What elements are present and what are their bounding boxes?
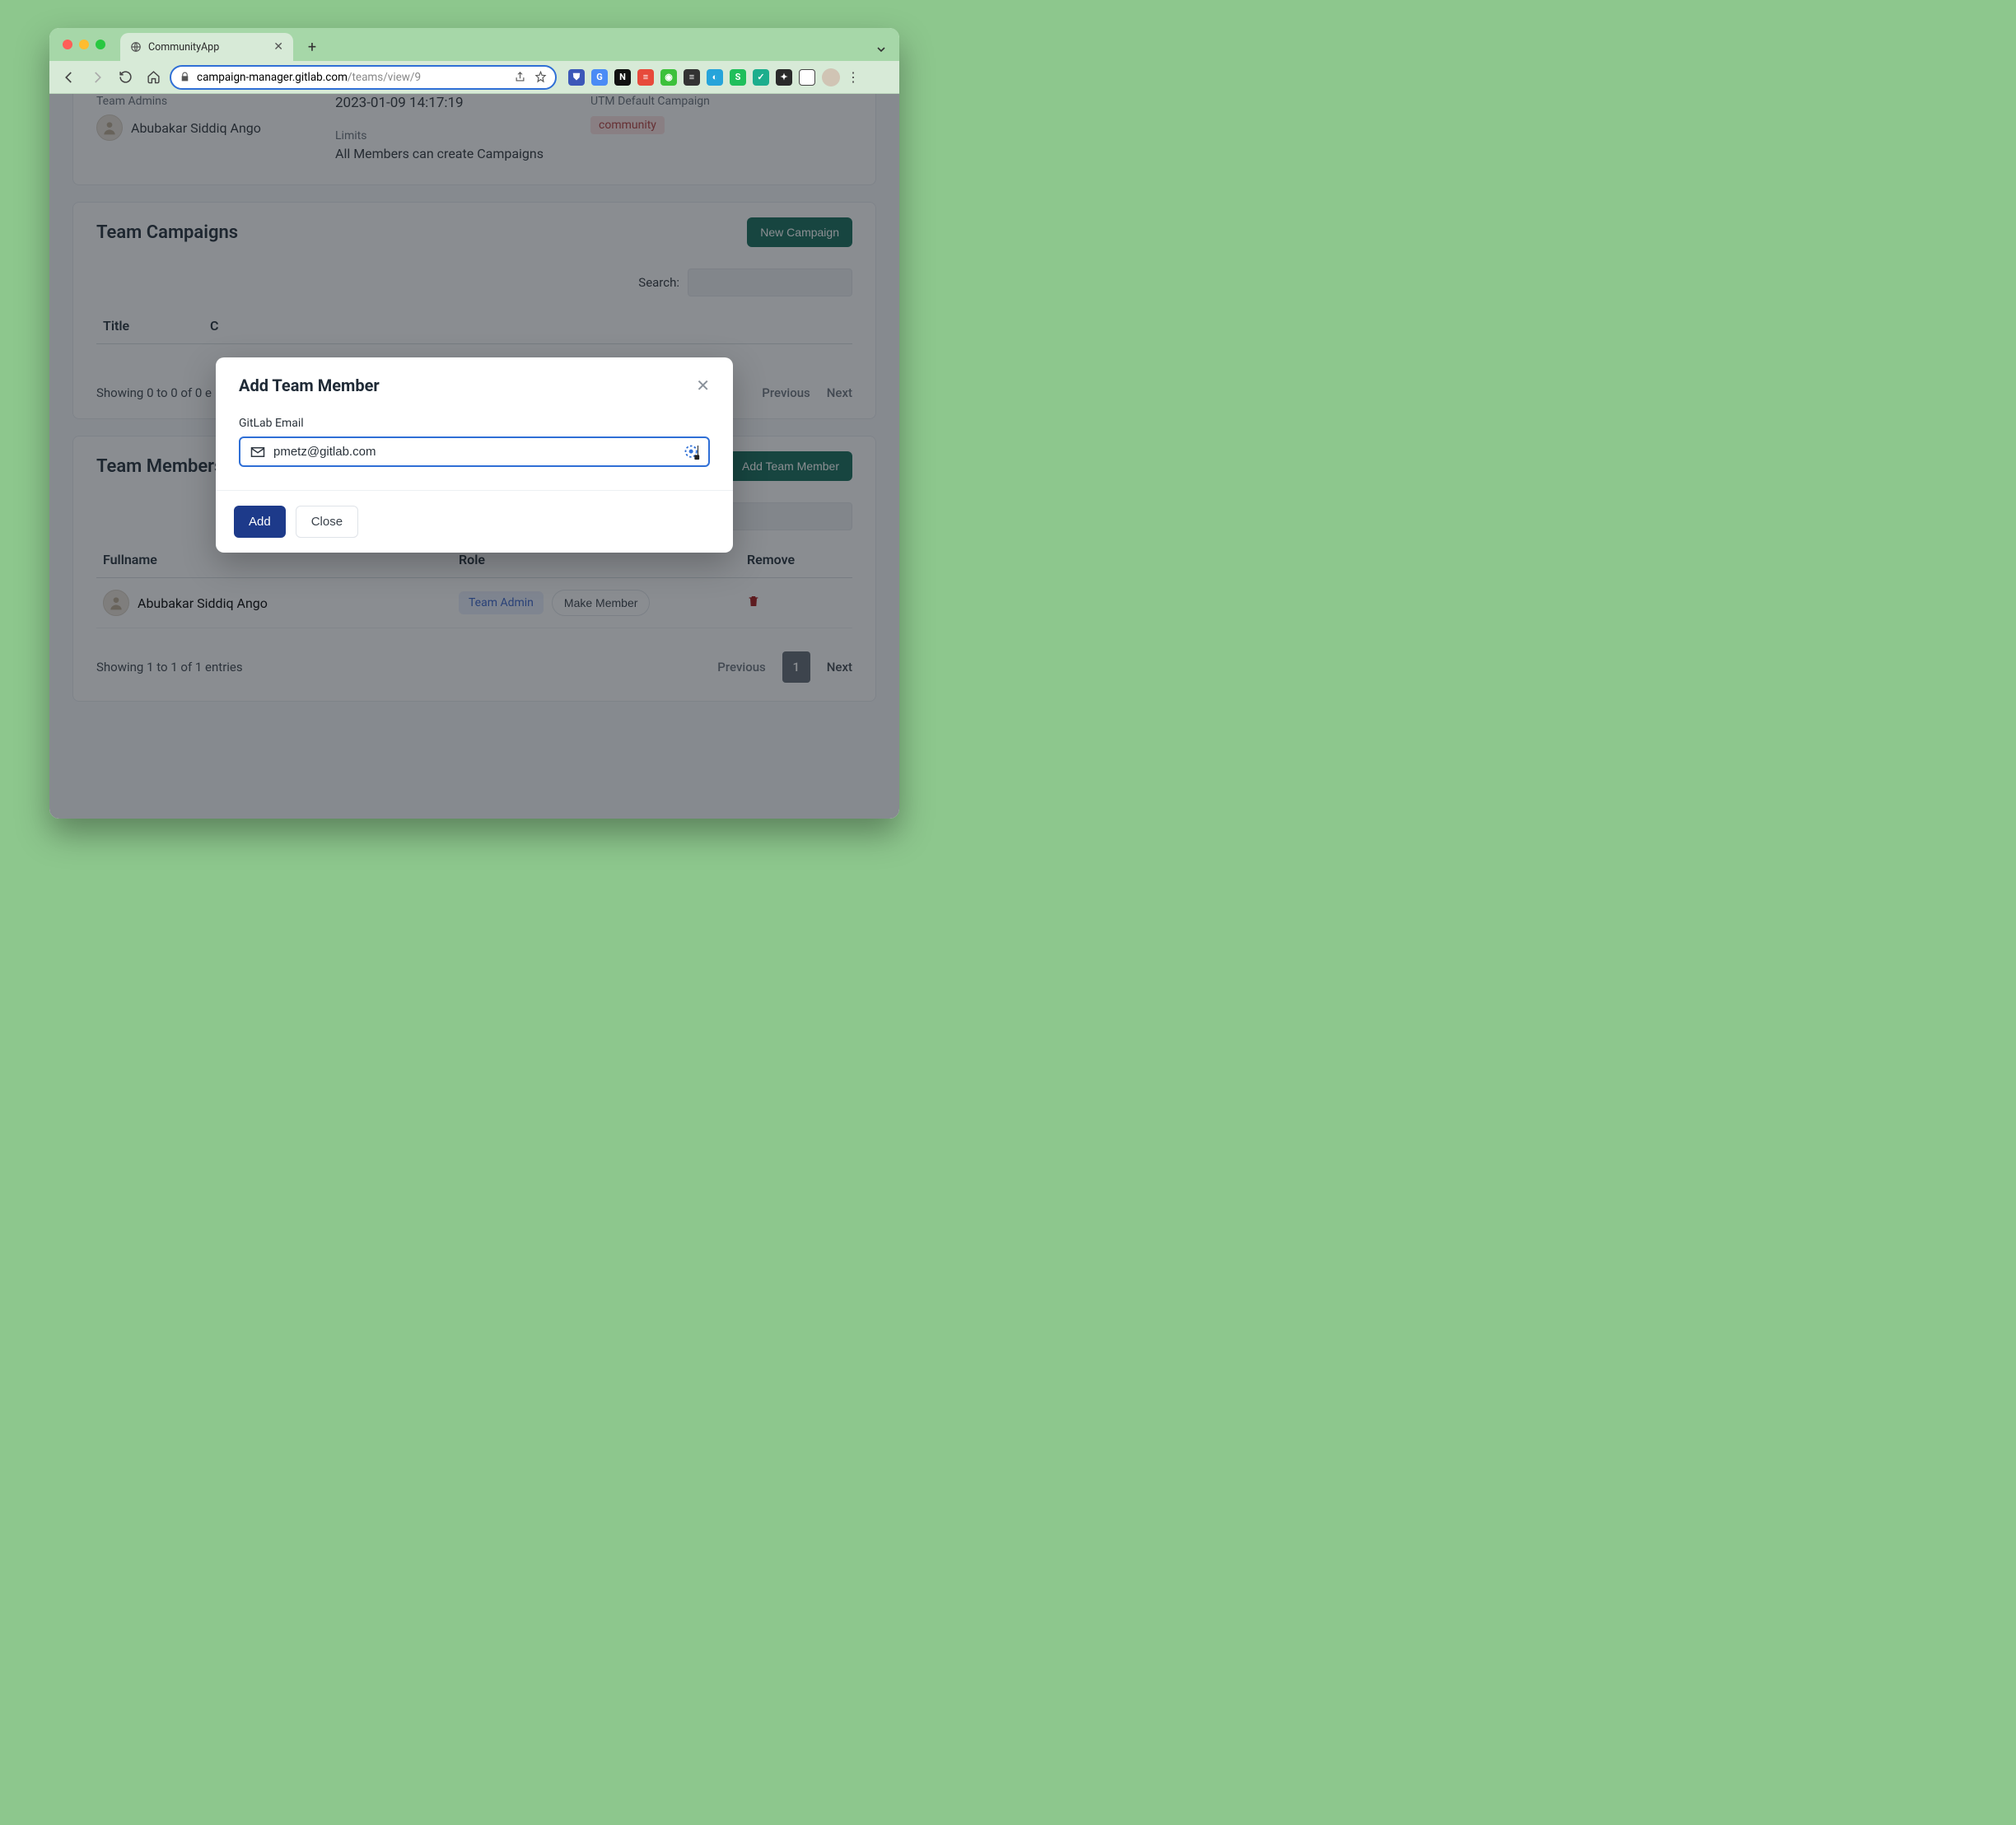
browser-menu-icon[interactable]: ⋮ — [847, 69, 860, 85]
email-field-wrap — [239, 436, 710, 467]
maximize-window-button[interactable] — [96, 40, 105, 49]
reload-button[interactable] — [114, 66, 137, 89]
email-input[interactable] — [273, 445, 688, 459]
add-button[interactable]: Add — [234, 506, 286, 538]
address-bar[interactable]: campaign-manager.gitlab.com/teams/view/9 — [170, 65, 557, 90]
modal-title: Add Team Member — [239, 376, 380, 395]
new-tab-button[interactable]: + — [301, 36, 323, 58]
close-tab-icon[interactable]: ✕ — [273, 40, 283, 54]
mail-icon — [250, 446, 265, 458]
close-button[interactable]: Close — [296, 506, 358, 538]
tabs-menu-icon[interactable] — [875, 43, 888, 56]
browser-tab[interactable]: CommunityApp ✕ — [120, 33, 293, 61]
ext-icon[interactable] — [799, 69, 815, 86]
minimize-window-button[interactable] — [79, 40, 89, 49]
ext-icon[interactable]: ◐ — [707, 69, 723, 86]
lock-icon — [180, 72, 190, 82]
tab-strip: CommunityApp ✕ + — [49, 28, 899, 61]
ext-icon[interactable]: ◉ — [660, 69, 677, 86]
globe-icon — [130, 41, 142, 53]
home-button[interactable] — [142, 66, 165, 89]
close-window-button[interactable] — [63, 40, 72, 49]
password-manager-icon[interactable] — [684, 444, 700, 460]
ext-icon[interactable]: ≡ — [637, 69, 654, 86]
ext-icon[interactable]: ⛊ — [568, 69, 585, 86]
modal-close-icon[interactable]: ✕ — [696, 376, 710, 395]
back-button[interactable] — [58, 66, 81, 89]
browser-window: CommunityApp ✕ + campaign-manager.gitlab… — [49, 28, 899, 819]
ext-icon[interactable]: ✓ — [753, 69, 769, 86]
add-team-member-modal: Add Team Member ✕ GitLab Email Add Close — [216, 357, 733, 553]
ext-icon[interactable]: ≡ — [684, 69, 700, 86]
window-controls — [63, 40, 105, 49]
profile-avatar[interactable] — [822, 68, 840, 86]
ext-icon[interactable]: S — [730, 69, 746, 86]
email-field-label: GitLab Email — [239, 417, 710, 430]
browser-toolbar: campaign-manager.gitlab.com/teams/view/9… — [49, 61, 899, 94]
bookmark-icon[interactable] — [534, 71, 547, 83]
ext-icon[interactable]: N — [614, 69, 631, 86]
tab-title: CommunityApp — [148, 41, 219, 54]
extensions-group: ⛊ G N ≡ ◉ ≡ ◐ S ✓ ✦ ⋮ — [568, 68, 860, 86]
share-icon[interactable] — [514, 71, 526, 83]
puzzle-icon[interactable]: ✦ — [776, 69, 792, 86]
forward-button[interactable] — [86, 66, 109, 89]
url-text: campaign-manager.gitlab.com/teams/view/9 — [197, 71, 421, 84]
ext-icon[interactable]: G — [591, 69, 608, 86]
